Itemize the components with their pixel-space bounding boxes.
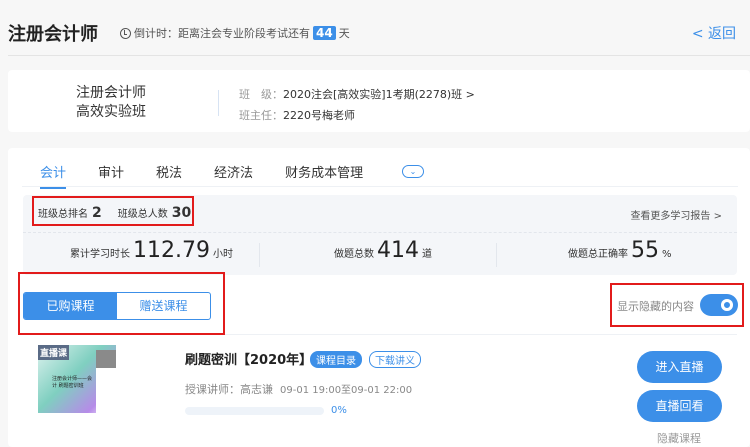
tab-tax[interactable]: 税法 (156, 162, 182, 189)
accuracy-unit: % (662, 249, 672, 260)
progress-percent: 0% (331, 405, 347, 416)
class-info-card: 注册会计师 高效实验班 班 级：2020注会[高效实验]1考期(2278)班 > … (8, 70, 750, 132)
highlight-box-rank (32, 196, 194, 226)
clock-icon (120, 27, 131, 39)
progress-bar (185, 407, 324, 415)
teacher-name: 高志谦 (240, 383, 273, 396)
tab-accounting[interactable]: 会计 (40, 162, 67, 189)
countdown-unit: 天 (338, 27, 350, 40)
accuracy-label: 做题总正确率 (568, 249, 628, 260)
tab-financial-cost[interactable]: 财务成本管理 (285, 162, 363, 189)
questions-label: 做题总数 (334, 249, 374, 260)
stat-separator (496, 243, 497, 267)
chevron-down-icon[interactable]: ⌄ (402, 165, 424, 178)
header-divider (8, 55, 750, 56)
accuracy-stat: 做题总正确率 55% (568, 238, 672, 263)
teacher-row: 班主任：2220号梅老师 (239, 107, 355, 123)
class-row[interactable]: 班 级：2020注会[高效实验]1考期(2278)班 > (239, 86, 475, 102)
stats-divider (23, 232, 737, 233)
tab-audit[interactable]: 审计 (98, 162, 124, 189)
course-name-line1: 注册会计师 (76, 85, 146, 101)
course-thumbnail[interactable]: 直播课 注册会计师——会计 刷题密训班 (38, 345, 116, 413)
live-badge: 直播课 (38, 345, 70, 360)
countdown-text: 倒计时：距离注会专业阶段考试还有 (134, 27, 310, 40)
info-divider (218, 90, 219, 116)
hide-course-link[interactable]: 隐藏课程 (657, 430, 701, 446)
class-label: 班 级： (239, 88, 283, 101)
course-teacher: 授课讲师：高志谦 09-01 19:00至09-01 22:00 (185, 381, 412, 397)
course-time: 09-01 19:00至09-01 22:00 (280, 385, 413, 396)
catalog-button[interactable]: 课程目录 (310, 351, 362, 368)
tab-economic-law[interactable]: 经济法 (214, 162, 253, 189)
course-name-line2: 高效实验班 (76, 104, 146, 120)
enter-live-button[interactable]: 进入直播 (637, 351, 722, 383)
course-name: 注册会计师高效实验班 (76, 84, 146, 122)
questions-unit: 道 (422, 249, 432, 260)
tabs-divider (22, 186, 738, 187)
highlight-box-toggle (610, 283, 744, 327)
head-teacher-label: 班主任： (239, 109, 283, 122)
report-link[interactable]: 查看更多学习报告 > (630, 207, 722, 222)
head-teacher-value: 2220号梅老师 (283, 109, 355, 122)
teacher-label: 授课讲师： (185, 383, 240, 396)
teacher-video (96, 350, 116, 368)
download-notes-button[interactable]: 下载讲义 (369, 351, 421, 368)
stat-separator (259, 243, 260, 267)
back-link[interactable]: < 返回 (692, 23, 736, 43)
thumbnail-sidebar (96, 368, 116, 413)
exam-countdown: 倒计时：距离注会专业阶段考试还有 44 天 (120, 25, 350, 41)
live-replay-button[interactable]: 直播回看 (637, 390, 722, 422)
thumbnail-text: 注册会计师——会计 刷题密训班 (52, 376, 93, 389)
questions-value: 414 (377, 238, 419, 263)
course-title[interactable]: 刷题密训【2020年】 (185, 349, 312, 368)
subject-tabs: 会计 审计 税法 经济法 财务成本管理 (40, 162, 395, 189)
highlight-box-switch (18, 272, 225, 335)
study-unit: 小时 (212, 249, 233, 260)
study-label: 累计学习时长 (70, 249, 130, 260)
countdown-days: 44 (313, 26, 336, 40)
questions-stat: 做题总数 414 道 (334, 238, 432, 263)
class-link[interactable]: 2020注会[高效实验]1考期(2278)班 > (283, 88, 475, 101)
study-value: 112.79 (133, 238, 210, 263)
accuracy-value: 55 (631, 238, 659, 263)
page-title: 注册会计师 (8, 24, 98, 45)
study-time-stat: 累计学习时长 112.79 小时 (70, 238, 233, 263)
